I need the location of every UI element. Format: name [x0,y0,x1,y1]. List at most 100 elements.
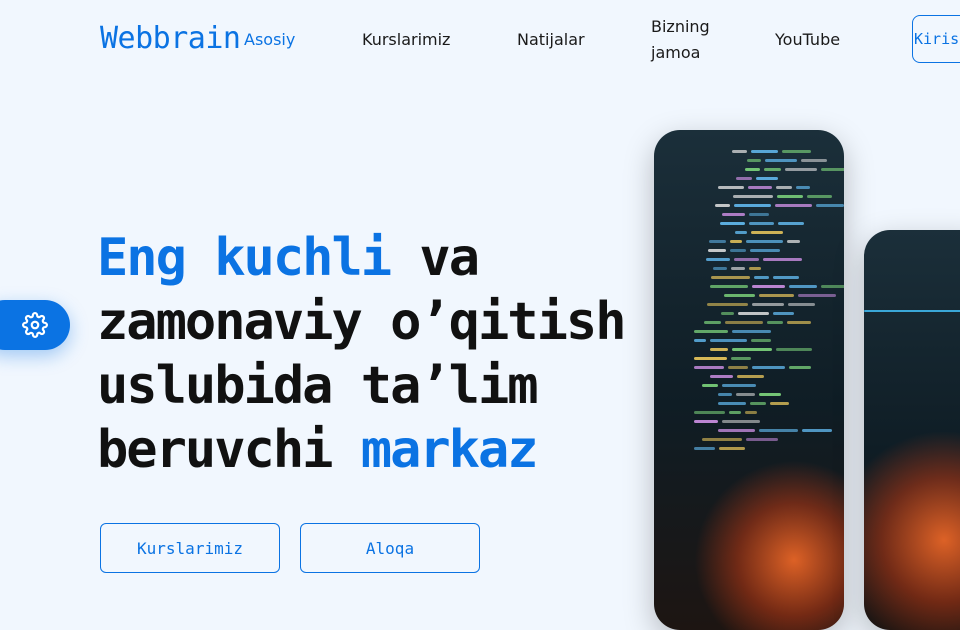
code-line [706,258,730,261]
code-line [736,393,755,396]
code-line [711,276,750,279]
code-line [730,240,742,243]
code-line [751,303,784,306]
login-button[interactable]: Kirish [912,15,960,63]
courses-button[interactable]: Kurslarimiz [100,523,280,573]
code-line [718,186,744,189]
code-line [719,447,745,450]
code-line [707,249,726,252]
code-line [776,186,792,189]
code-line [732,195,773,198]
code-line [732,348,772,351]
code-line [702,384,718,387]
code-line [694,357,727,360]
code-line [820,285,844,288]
code-line [785,168,817,171]
code-line [752,366,785,369]
code-line [763,258,802,261]
code-line [798,294,836,297]
code-line [694,366,724,369]
nav-item-kurslarimiz[interactable]: Kurslarimiz [362,27,450,53]
gear-icon [22,312,48,338]
code-line [735,177,752,180]
code-line [734,204,771,207]
code-line [732,150,747,153]
code-line [764,168,781,171]
code-line [821,168,844,171]
contact-button[interactable]: Aloqa [300,523,480,573]
code-line [782,150,811,153]
code-line [787,303,815,306]
code-line [746,240,783,243]
nav-item-youtube[interactable]: YouTube [775,27,840,53]
code-line [738,312,769,315]
code-line [710,339,747,342]
code-line [749,222,774,225]
logo[interactable]: Webbrain [100,21,241,56]
code-line [751,285,785,288]
code-line [778,222,804,225]
headline-highlight-start: Eng kuchli [97,228,392,288]
code-line [734,231,747,234]
code-line [721,213,745,216]
code-line [759,294,794,297]
code-line [724,321,763,324]
code-line [732,330,771,333]
code-line [776,195,803,198]
code-line [737,375,764,378]
hero-image-code-phone [654,130,844,630]
code-line [729,411,741,414]
code-line [788,285,817,288]
code-line [694,330,728,333]
code-line [748,186,772,189]
code-line [709,285,748,288]
code-line [751,150,778,153]
code-line [786,321,811,324]
code-line [728,366,748,369]
code-line [759,429,798,432]
code-line [718,429,755,432]
code-line [694,411,725,414]
code-line [751,339,771,342]
code-line [730,267,745,270]
keyboard-glow [864,430,960,630]
code-line [796,186,810,189]
hero-headline: Eng kuchli va zamonaviy o’qitish uslubid… [97,226,657,482]
code-line [694,420,718,423]
code-line [722,384,756,387]
code-line [722,420,760,423]
code-highlight-line [864,310,960,312]
code-line [816,204,844,207]
code-line [766,321,783,324]
code-line [745,168,760,171]
nav-item-asosiy[interactable]: Asosiy [244,27,295,53]
code-line [710,375,733,378]
code-line [703,321,721,324]
code-line [800,159,827,162]
code-line [718,402,746,405]
code-line [694,447,715,450]
nav-item-natijalar[interactable]: Natijalar [517,27,585,53]
code-line [706,303,748,306]
code-line [745,411,757,414]
code-line [746,159,761,162]
code-line [755,177,778,180]
code-line [709,240,726,243]
code-line [775,204,812,207]
code-line [729,249,746,252]
settings-button[interactable] [0,300,70,350]
code-line [748,213,769,216]
code-line [773,312,794,315]
code-line [720,222,745,225]
code-line [749,249,780,252]
code-line [710,348,728,351]
hero-image-keyboard-phone [864,230,960,630]
code-line [718,393,732,396]
code-line [787,240,800,243]
nav-item-bizning-jamoa[interactable]: Bizning jamoa [651,14,721,66]
code-line [770,402,789,405]
code-line [773,276,799,279]
code-line [702,438,742,441]
code-line [802,429,832,432]
code-line [750,231,783,234]
